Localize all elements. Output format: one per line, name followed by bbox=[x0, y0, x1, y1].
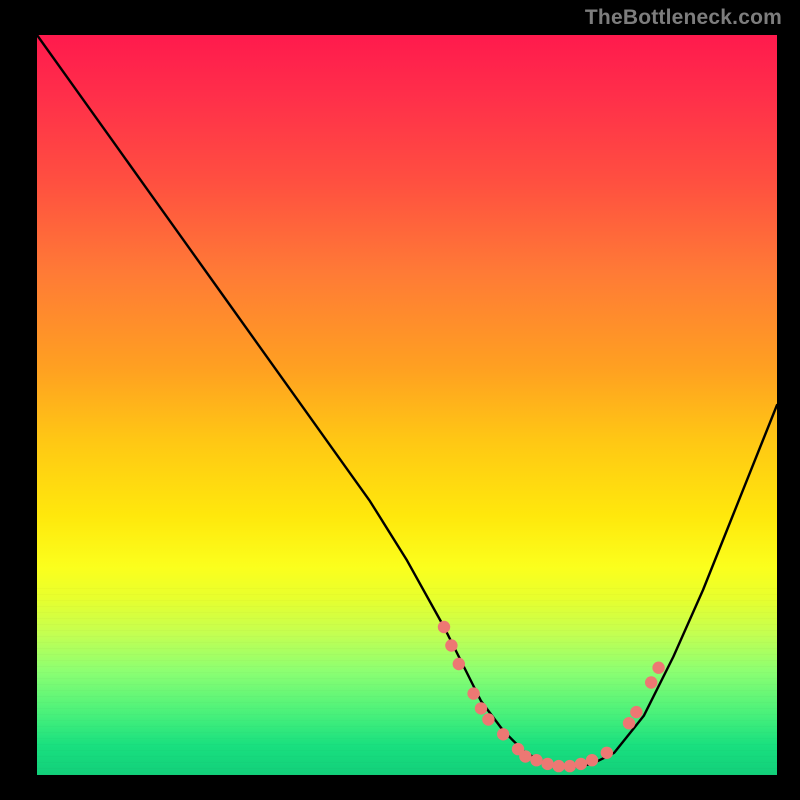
plot-area bbox=[37, 35, 777, 775]
data-point bbox=[497, 728, 509, 740]
bottleneck-curve bbox=[37, 35, 777, 768]
data-point bbox=[445, 639, 457, 651]
data-point bbox=[453, 658, 465, 670]
data-point bbox=[553, 760, 565, 772]
data-point bbox=[575, 758, 587, 770]
data-point bbox=[519, 750, 531, 762]
data-point bbox=[467, 687, 479, 699]
data-markers bbox=[438, 621, 665, 773]
data-point bbox=[475, 702, 487, 714]
data-point bbox=[541, 758, 553, 770]
data-point bbox=[586, 754, 598, 766]
data-point bbox=[564, 760, 576, 772]
data-point bbox=[623, 717, 635, 729]
data-point bbox=[438, 621, 450, 633]
data-point bbox=[482, 713, 494, 725]
data-point bbox=[652, 662, 664, 674]
data-point bbox=[645, 676, 657, 688]
chart-frame: TheBottleneck.com bbox=[0, 0, 800, 800]
data-point bbox=[630, 706, 642, 718]
watermark-label: TheBottleneck.com bbox=[585, 6, 782, 30]
data-point bbox=[601, 747, 613, 759]
curve-layer bbox=[37, 35, 777, 775]
data-point bbox=[530, 754, 542, 766]
